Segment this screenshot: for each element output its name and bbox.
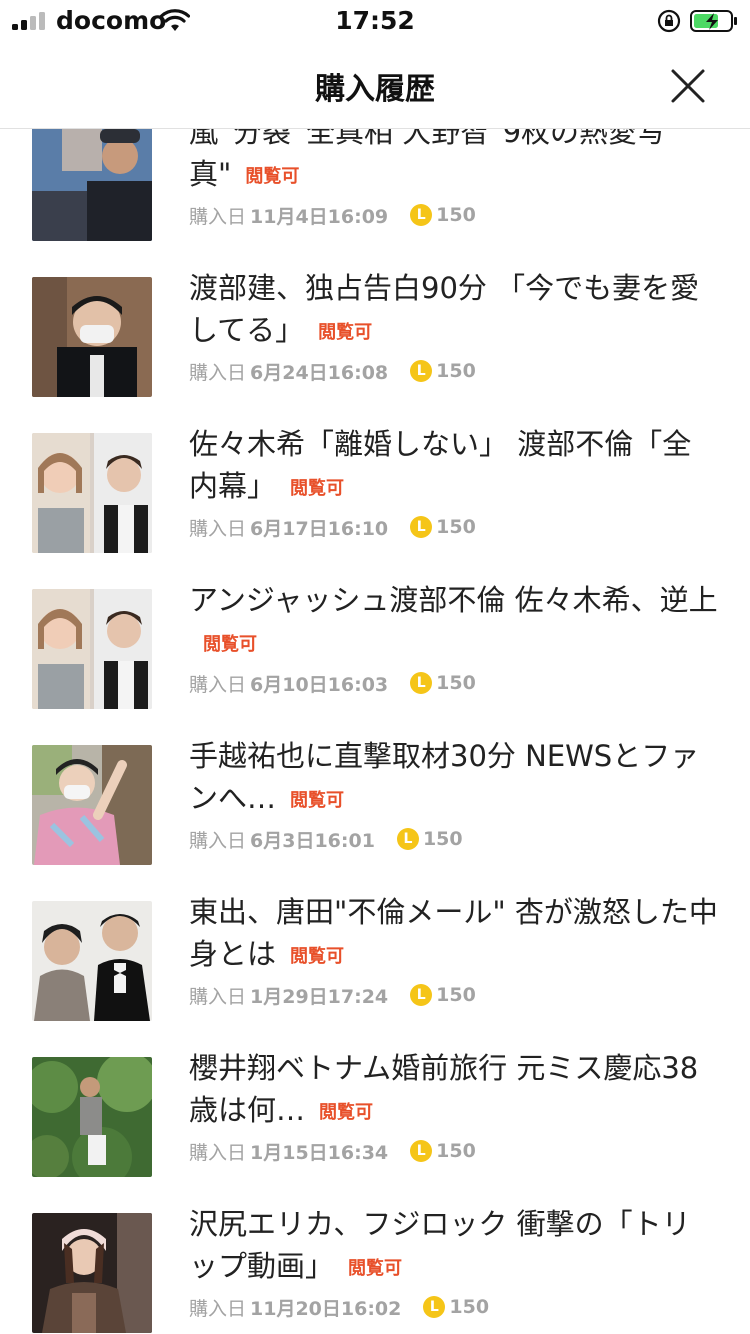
article-title: 沢尻エリカ、フジロック 衝撃の「トリップ動画」 閲覧可 (189, 1203, 719, 1287)
article-title-text: 沢尻エリカ、フジロック 衝撃の「トリップ動画」 (189, 1207, 691, 1283)
status-bar: docomo 17:52 (0, 0, 750, 44)
coin-icon: L (410, 672, 433, 694)
list-item[interactable]: 嵐”分裂”全真相 大野智"9枚の熱愛写真" 閲覧可 購入日 11月4日16:09 … (0, 129, 750, 277)
purchase-date-label: 購入日 (189, 1141, 247, 1164)
status-time: 17:52 (335, 6, 415, 35)
purchase-date: 1月15日16:34 (250, 1141, 389, 1164)
purchase-date-label: 購入日 (189, 829, 247, 852)
purchase-meta: 購入日 6月17日16:10 L 150 (189, 512, 476, 542)
coin-icon: L (410, 1140, 433, 1162)
coin-icon: L (423, 1296, 446, 1318)
purchase-date: 6月3日16:01 (250, 829, 375, 852)
article-thumbnail (32, 901, 152, 1021)
viewable-badge: 閲覧可 (203, 634, 257, 655)
viewable-badge: 閲覧可 (290, 478, 345, 499)
purchase-date: 11月4日16:09 (250, 205, 389, 228)
purchase-date-label: 購入日 (189, 1297, 247, 1320)
viewable-badge: 閲覧可 (319, 1102, 374, 1123)
purchase-date-label: 購入日 (189, 673, 247, 696)
coin-icon: L (410, 360, 433, 382)
article-thumbnail (32, 277, 152, 397)
coin-icon: L (410, 516, 433, 538)
coin-icon: L (410, 984, 433, 1006)
coin-icon: L (396, 828, 419, 850)
viewable-badge: 閲覧可 (290, 946, 345, 967)
purchase-date: 6月24日16:08 (250, 361, 389, 384)
purchase-date-label: 購入日 (189, 517, 247, 540)
article-title-text: 手越祐也に直撃取材30分 NEWSとファンへ… (189, 739, 700, 815)
purchase-history-list: 嵐”分裂”全真相 大野智"9枚の熱愛写真" 閲覧可 購入日 11月4日16:09 … (0, 129, 750, 1334)
purchase-date-label: 購入日 (189, 985, 247, 1008)
viewable-badge: 閲覧可 (318, 322, 373, 343)
viewable-badge: 閲覧可 (245, 166, 300, 187)
coin-price: 150 (449, 1296, 490, 1318)
purchase-meta: 購入日 6月24日16:08 L 150 (189, 356, 476, 386)
article-title-text: アンジャッシュ渡部不倫 佐々木希、逆上 (189, 583, 718, 617)
purchase-date: 6月10日16:03 (250, 673, 389, 696)
article-thumbnail (32, 129, 152, 241)
close-icon[interactable] (664, 62, 712, 110)
app-header: 購入履歴 (0, 44, 750, 129)
coin-price: 150 (436, 1140, 476, 1162)
article-title: 櫻井翔ベトナム婚前旅行 元ミス慶応38歳は何… 閲覧可 (189, 1047, 719, 1131)
list-item[interactable]: 東出、唐田"不倫メール" 杏が激怒した中身とは 閲覧可 購入日 1月29日17:2… (0, 895, 750, 1057)
purchase-meta: 購入日 6月3日16:01 L 150 (189, 824, 463, 854)
purchase-date-label: 購入日 (189, 361, 247, 384)
article-thumbnail (32, 433, 152, 553)
coin-price: 150 (422, 828, 463, 850)
purchase-date: 6月17日16:10 (250, 517, 389, 540)
coin-price: 150 (436, 984, 476, 1006)
article-title-text: 東出、唐田"不倫メール" 杏が激怒した中身とは (189, 895, 718, 971)
list-item[interactable]: 手越祐也に直撃取材30分 NEWSとファンへ… 閲覧可 購入日 6月3日16:01… (0, 739, 750, 901)
article-thumbnail (32, 745, 152, 865)
list-item[interactable]: 佐々木希「離婚しない」 渡部不倫「全内幕」 閲覧可 購入日 6月17日16:10 … (0, 427, 750, 589)
purchase-meta: 購入日 11月20日16:02 L 150 (189, 1292, 489, 1322)
article-thumbnail (32, 1213, 152, 1333)
list-item[interactable]: 渡部建、独占告白90分 「今でも妻を愛してる」 閲覧可 購入日 6月24日16:0… (0, 271, 750, 433)
rotation-lock-icon (657, 9, 681, 33)
article-title-text: 渡部建、独占告白90分 「今でも妻を愛してる」 (189, 271, 700, 347)
viewable-badge: 閲覧可 (348, 1258, 403, 1279)
list-item[interactable]: アンジャッシュ渡部不倫 佐々木希、逆上閲覧可 購入日 6月10日16:03 L … (0, 583, 750, 745)
coin-price: 150 (436, 516, 476, 538)
coin-icon: L (410, 204, 433, 226)
coin-price: 150 (436, 360, 476, 382)
page-title: 購入履歴 (315, 72, 435, 107)
list-item[interactable]: 櫻井翔ベトナム婚前旅行 元ミス慶応38歳は何… 閲覧可 購入日 1月15日16:3… (0, 1051, 750, 1213)
viewable-badge: 閲覧可 (290, 790, 345, 811)
article-title: 東出、唐田"不倫メール" 杏が激怒した中身とは 閲覧可 (189, 891, 719, 975)
purchase-meta: 購入日 11月4日16:09 L 150 (189, 200, 476, 230)
article-title-text: 佐々木希「離婚しない」 渡部不倫「全内幕」 (189, 427, 692, 503)
article-title: 佐々木希「離婚しない」 渡部不倫「全内幕」 閲覧可 (189, 423, 719, 507)
article-thumbnail (32, 1057, 152, 1177)
purchase-date: 11月20日16:02 (250, 1297, 402, 1320)
article-title: 渡部建、独占告白90分 「今でも妻を愛してる」 閲覧可 (189, 267, 719, 351)
article-title: 手越祐也に直撃取材30分 NEWSとファンへ… 閲覧可 (189, 735, 719, 819)
battery-icon (690, 10, 737, 32)
list-item[interactable]: 沢尻エリカ、フジロック 衝撃の「トリップ動画」 閲覧可 購入日 11月20日16:… (0, 1207, 750, 1334)
purchase-date-label: 購入日 (189, 205, 247, 228)
purchase-meta: 購入日 1月15日16:34 L 150 (189, 1136, 476, 1166)
purchase-meta: 購入日 1月29日17:24 L 150 (189, 980, 476, 1010)
purchase-date: 1月29日17:24 (250, 985, 389, 1008)
article-title: 嵐”分裂”全真相 大野智"9枚の熱愛写真" 閲覧可 (189, 129, 719, 195)
coin-price: 150 (436, 672, 476, 694)
article-title: アンジャッシュ渡部不倫 佐々木希、逆上閲覧可 (189, 579, 719, 663)
article-thumbnail (32, 589, 152, 709)
purchase-meta: 購入日 6月10日16:03 L 150 (189, 668, 476, 698)
article-title-text: 櫻井翔ベトナム婚前旅行 元ミス慶応38歳は何… (189, 1051, 699, 1127)
coin-price: 150 (436, 204, 476, 226)
